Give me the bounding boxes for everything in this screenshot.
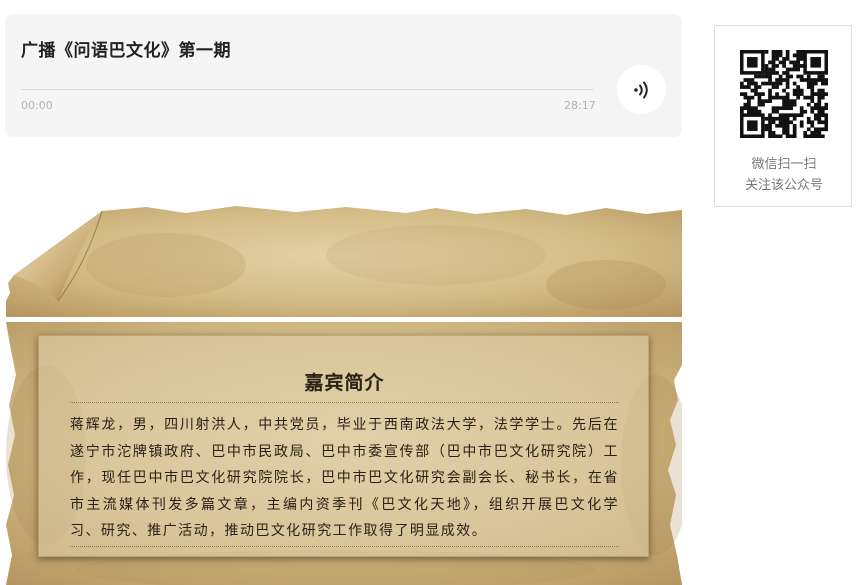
divider-top <box>70 402 619 403</box>
play-button[interactable] <box>617 65 666 114</box>
audio-player: 广播《问语巴文化》第一期 00:00 28:17 <box>5 14 682 137</box>
guest-intro-panel: 嘉宾简介 蒋辉龙，男，四川射洪人，中共党员，毕业于西南政法大学，法学学士。先后在… <box>38 335 649 557</box>
audio-progress-bar[interactable] <box>21 89 594 90</box>
qr-code-icon <box>740 50 828 138</box>
current-time: 00:00 <box>21 99 53 112</box>
guest-intro-body: 蒋辉龙，男，四川射洪人，中共党员，毕业于西南政法大学，法学学士。先后在遂宁市沱牌… <box>70 417 619 539</box>
audio-title: 广播《问语巴文化》第一期 <box>21 41 231 61</box>
guest-intro-title: 嘉宾简介 <box>304 372 385 394</box>
qr-caption-follow: 关注该公众号 <box>744 178 823 193</box>
total-duration: 28:17 <box>564 99 596 112</box>
qr-caption-scan: 微信扫一扫 <box>751 157 817 172</box>
divider-bottom <box>70 546 619 547</box>
qr-code-panel: 微信扫一扫 关注该公众号 <box>714 25 852 207</box>
audio-wave-icon <box>633 81 648 98</box>
